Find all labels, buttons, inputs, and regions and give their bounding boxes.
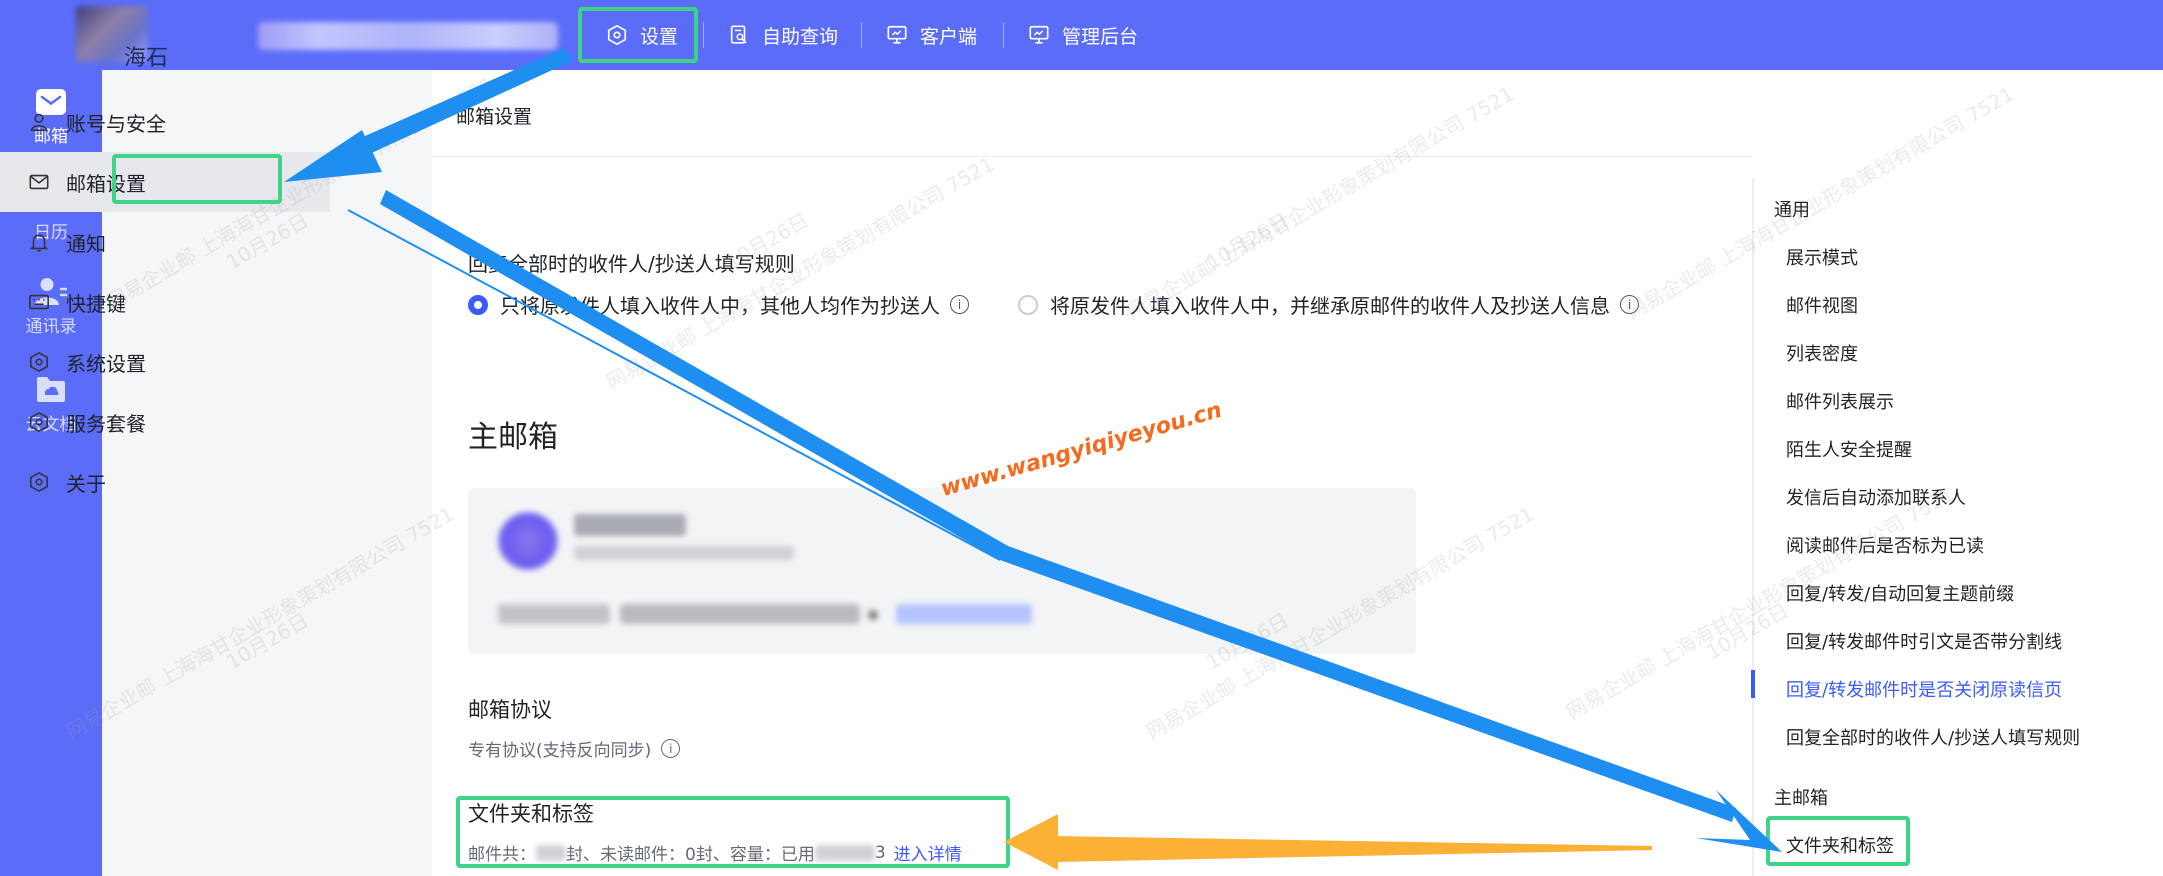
settings-nav-label: 关于 bbox=[66, 471, 106, 496]
anchor-item[interactable]: 展示模式 bbox=[1786, 244, 1858, 270]
protocol-value-text: 专有协议(支持反向同步) bbox=[468, 741, 652, 761]
monitor-icon bbox=[1029, 25, 1049, 44]
settings-nav-label: 账号与安全 bbox=[66, 111, 166, 136]
keyboard-icon bbox=[29, 294, 49, 310]
mailbox-avatar-blurred bbox=[498, 512, 558, 570]
hexagon-settings-icon bbox=[29, 351, 49, 373]
user-icon bbox=[30, 113, 48, 132]
anchor-item-active[interactable]: 回复/转发邮件时是否关闭原读信页 bbox=[1786, 676, 2062, 702]
mail-icon bbox=[29, 174, 49, 190]
reply-rule-option-1-label: 只将原发件人填入收件人中，其他人均作为抄送人 bbox=[500, 294, 940, 318]
nav-self-service-label: 自助查询 bbox=[762, 25, 839, 48]
primary-mailbox-card bbox=[468, 488, 1416, 654]
anchor-nav-track bbox=[1752, 178, 1754, 876]
blurred-text bbox=[620, 604, 860, 624]
anchor-item[interactable]: 发信后自动添加联系人 bbox=[1786, 484, 1966, 510]
nav-admin-console[interactable]: 管理后台 bbox=[1028, 0, 1138, 70]
anchor-item[interactable]: 列表密度 bbox=[1786, 340, 1858, 366]
settings-nav-service-plan[interactable]: 服务套餐 bbox=[0, 392, 330, 452]
nav-separator bbox=[861, 22, 862, 48]
settings-nav-label: 快捷键 bbox=[66, 291, 126, 316]
nav-separator bbox=[703, 22, 704, 48]
anchor-item[interactable]: 回复全部时的收件人/抄送人填写规则 bbox=[1786, 724, 2080, 750]
settings-anchor-nav bbox=[1752, 70, 2163, 876]
nav-self-service-query[interactable]: 自助查询 bbox=[728, 0, 838, 70]
monitor-icon bbox=[887, 25, 907, 44]
reply-rule-option-1[interactable]: 只将原发件人填入收件人中，其他人均作为抄送人 i bbox=[468, 290, 969, 319]
settings-nav-label: 系统设置 bbox=[66, 351, 146, 376]
anchor-group-primary-mailbox: 主邮箱 bbox=[1774, 788, 1828, 809]
reply-rule-option-2-label: 将原发件人填入收件人中，并继承原邮件的收件人及抄送人信息 bbox=[1050, 294, 1610, 318]
settings-nav-label: 服务套餐 bbox=[66, 411, 146, 436]
info-icon[interactable]: i bbox=[1620, 295, 1639, 314]
anchor-item[interactable]: 回复/转发/自动回复主题前缀 bbox=[1786, 580, 2014, 606]
blurred-text bbox=[574, 514, 686, 536]
settings-nav-about[interactable]: 关于 bbox=[0, 452, 330, 512]
nav-admin-label: 管理后台 bbox=[1062, 25, 1139, 48]
hexagon-settings-icon bbox=[29, 471, 49, 493]
reply-rule-title: 回复全部时的收件人/抄送人填写规则 bbox=[468, 252, 795, 276]
blurred-text bbox=[868, 610, 878, 620]
primary-mailbox-heading: 主邮箱 bbox=[468, 420, 558, 455]
bell-icon bbox=[29, 234, 49, 252]
account-name-blurred[interactable] bbox=[258, 22, 558, 50]
highlight-box-mailbox-settings bbox=[112, 154, 282, 204]
anchor-item[interactable]: 邮件列表展示 bbox=[1786, 388, 1894, 414]
nav-client[interactable]: 客户端 bbox=[886, 0, 977, 70]
info-icon[interactable]: i bbox=[950, 295, 969, 314]
anchor-nav-active-indicator bbox=[1751, 670, 1755, 698]
anchor-item[interactable]: 阅读邮件后是否标为已读 bbox=[1786, 532, 1984, 558]
blurred-link[interactable] bbox=[896, 604, 1032, 624]
highlight-box-folders-anchor bbox=[1766, 816, 1910, 866]
settings-nav-notifications[interactable]: 通知 bbox=[0, 212, 330, 272]
hexagon-settings-icon bbox=[29, 411, 49, 433]
reply-rule-option-2[interactable]: 将原发件人填入收件人中，并继承原邮件的收件人及抄送人信息 i bbox=[1018, 290, 1639, 319]
settings-nav-account-security[interactable]: 账号与安全 bbox=[0, 92, 330, 152]
settings-nav-system-settings[interactable]: 系统设置 bbox=[0, 332, 330, 392]
settings-nav-shortcuts[interactable]: 快捷键 bbox=[0, 272, 330, 332]
anchor-item[interactable]: 陌生人安全提醒 bbox=[1786, 436, 1912, 462]
mailbox-protocol-heading: 邮箱协议 bbox=[468, 698, 552, 722]
highlight-box-settings bbox=[578, 7, 698, 63]
search-document-icon bbox=[730, 25, 747, 44]
settings-nav-label: 通知 bbox=[66, 231, 106, 256]
mailbox-protocol-value: 专有协议(支持反向同步) i bbox=[468, 736, 681, 761]
anchor-group-general: 通用 bbox=[1774, 200, 1810, 221]
radio-unselected[interactable] bbox=[1018, 294, 1038, 315]
logo-text: 海石 bbox=[124, 46, 169, 71]
nav-client-label: 客户端 bbox=[920, 25, 978, 48]
anchor-item[interactable]: 回复/转发邮件时引文是否带分割线 bbox=[1786, 628, 2062, 654]
highlight-box-folders-section bbox=[456, 796, 1010, 868]
blurred-text bbox=[574, 546, 794, 560]
radio-selected[interactable] bbox=[468, 294, 488, 315]
page-breadcrumb: 邮箱设置 bbox=[456, 106, 533, 128]
info-icon[interactable]: i bbox=[661, 739, 681, 758]
anchor-item[interactable]: 邮件视图 bbox=[1786, 292, 1858, 318]
nav-separator bbox=[1003, 22, 1004, 48]
breadcrumb-divider bbox=[432, 156, 1752, 157]
blurred-text bbox=[498, 604, 610, 624]
